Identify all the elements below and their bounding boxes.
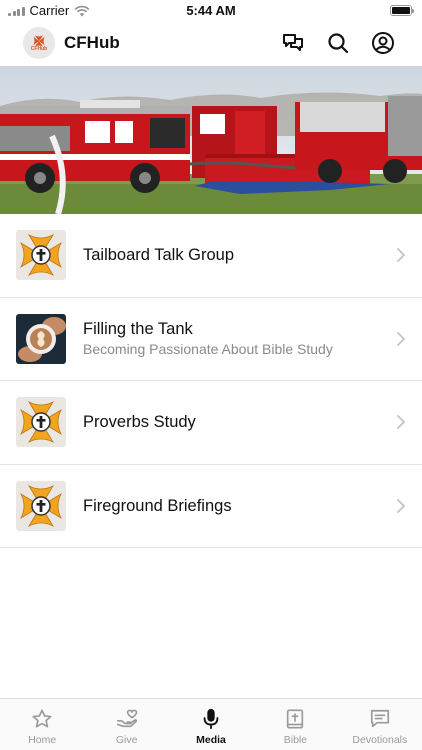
list-item[interactable]: Tailboard Talk Group <box>0 214 422 298</box>
list-item-text: Filling the Tank Becoming Passionate Abo… <box>83 319 382 358</box>
star-icon <box>30 707 54 731</box>
list-item-title: Fireground Briefings <box>83 496 232 515</box>
status-time: 5:44 AM <box>186 3 236 18</box>
tab-devotionals[interactable]: Devotionals <box>338 699 422 750</box>
list-item-title: Filling the Tank <box>83 320 193 339</box>
tab-media[interactable]: Media <box>169 699 253 750</box>
coffee-cup-photo <box>16 313 66 364</box>
list-item-text: Fireground Briefings <box>83 496 382 516</box>
search-button[interactable] <box>326 31 350 55</box>
banner-image <box>0 66 422 214</box>
tab-home[interactable]: Home <box>0 699 84 750</box>
chevron-right-icon <box>397 331 405 346</box>
tab-label: Give <box>115 734 138 746</box>
chevron-right-icon <box>397 248 405 263</box>
chat-icon <box>283 34 303 51</box>
chat-button[interactable] <box>281 31 305 55</box>
chevron-right-icon <box>397 498 405 513</box>
profile-icon <box>372 32 394 54</box>
profile-button[interactable] <box>371 31 395 55</box>
list-item-text: Proverbs Study <box>83 412 382 432</box>
list-item-subtitle: Becoming Passionate About Bible Study <box>83 341 333 358</box>
fire-trucks-photo <box>0 66 422 214</box>
bible-icon <box>283 707 307 731</box>
chevron-right-icon <box>397 415 405 430</box>
tab-give[interactable]: Give <box>84 699 168 750</box>
list-item-title: Proverbs Study <box>83 413 196 432</box>
battery-icon <box>390 5 414 16</box>
tab-label: Media <box>196 734 226 746</box>
message-icon <box>368 707 392 731</box>
app-header: CFHub CFHub <box>0 22 422 66</box>
list-item-title: Tailboard Talk Group <box>83 246 235 265</box>
app-logo[interactable]: CFHub <box>23 27 55 59</box>
status-bar: Carrier 5:44 AM <box>0 0 422 22</box>
list-item[interactable]: Proverbs Study <box>0 381 422 465</box>
list-item-text: Tailboard Talk Group <box>83 245 382 265</box>
tab-label: Bible <box>283 734 308 746</box>
hand-heart-icon <box>115 707 139 731</box>
list-item[interactable]: Fireground Briefings <box>0 465 422 548</box>
tab-label: Home <box>28 734 57 746</box>
search-icon <box>328 33 349 54</box>
media-list: Tailboard Talk Group Filling the Tank Be… <box>0 214 422 548</box>
tab-bible[interactable]: Bible <box>253 699 337 750</box>
app-title: CFHub <box>64 33 120 52</box>
list-item[interactable]: Filling the Tank Becoming Passionate Abo… <box>0 298 422 381</box>
logo-text: CFHub <box>30 46 48 52</box>
tab-bar: Home Give Media Bible Devotionals <box>0 698 422 750</box>
maltese-cross-icon <box>16 480 66 531</box>
tab-label: Devotionals <box>352 734 408 746</box>
microphone-icon <box>199 707 223 731</box>
maltese-cross-icon <box>16 397 66 448</box>
maltese-cross-icon <box>16 230 66 281</box>
